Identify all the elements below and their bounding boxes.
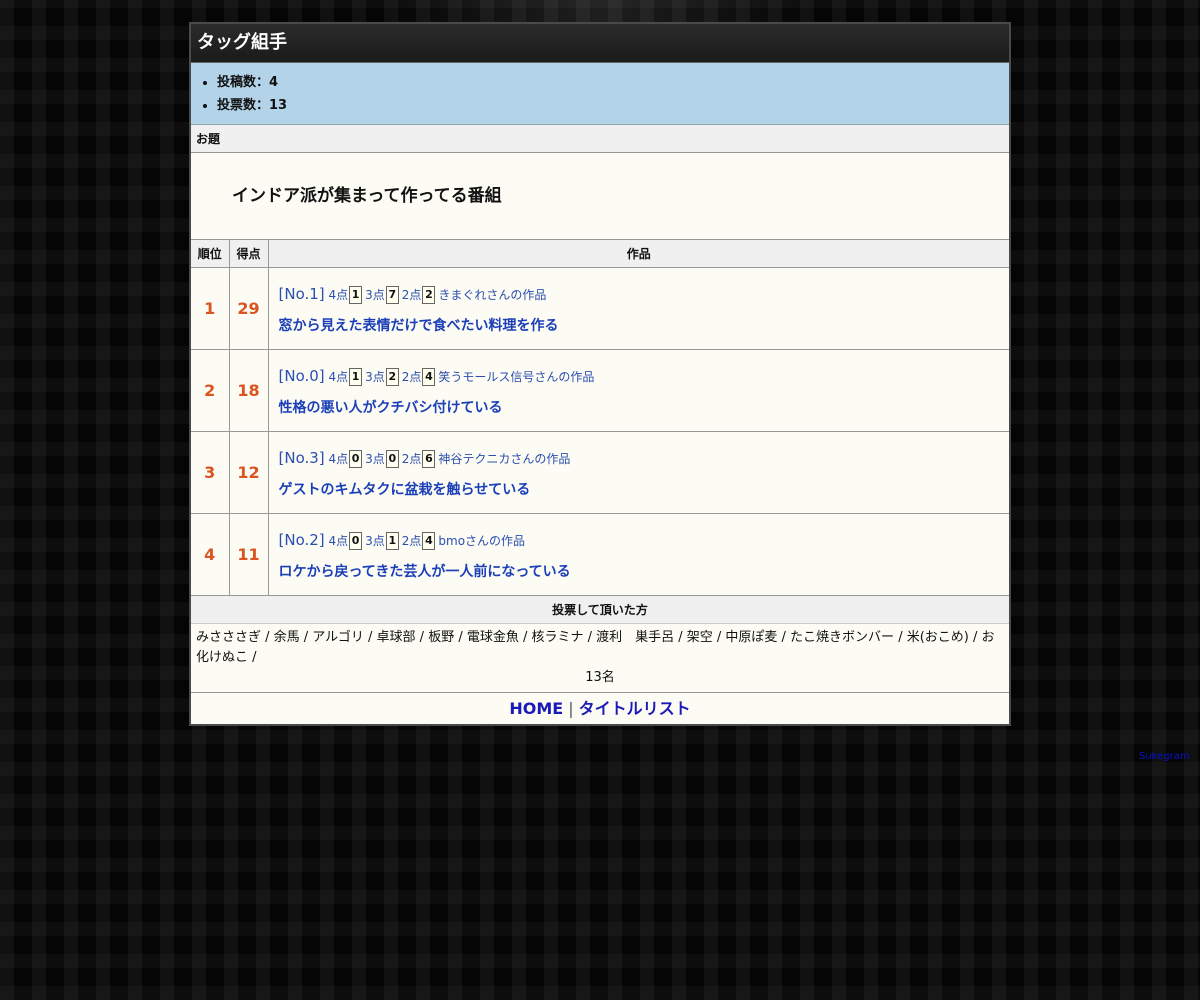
voters-heading: 投票して頂いた方 [191,596,1009,624]
title-list-link[interactable]: タイトルリスト [579,699,691,718]
points2-label: 2点 [401,369,422,384]
table-row: 2 18 [No.0] 4点 1 3点 2 2点 4 笑うモールス信号さんの作品 性格の悪い… [191,349,1010,432]
points4-count: 1 [349,367,363,386]
points4-count: 0 [349,449,363,468]
entry-title-link[interactable]: 性格の悪い人がクチバシ付けている [279,397,1010,417]
table-row: 3 12 [No.3] 4点 0 3点 0 2点 6 神谷テクニカさんの作品 ゲストのキムタ… [191,431,1010,514]
results-panel: タッグ組手 投稿数：4 投票数：13 お題 インドア派が集まって作ってる番組 順… [189,22,1011,726]
points3-label: 3点 [365,533,385,548]
stats-list: 投稿数：4 投票数：13 [191,71,1009,117]
entry-author: きまぐれさんの作品 [438,287,547,302]
points2-label: 2点 [401,451,422,466]
points3-count: 0 [385,449,399,468]
ranking-table: 順位 得点 作品 1 29 [No.1] 4点 1 3点 7 2点 2 きまぐれさんの作品 … [191,240,1009,596]
entry-number: [No.3] [278,448,325,467]
entry-title-link[interactable]: ゲストのキムタクに盆栽を触らせている [279,479,1010,499]
entry-meta: [No.1] 4点 1 3点 7 2点 2 きまぐれさんの作品 [279,283,1010,306]
entry-meta: [No.0] 4点 1 3点 2 2点 4 笑うモールス信号さんの作品 [279,365,1010,388]
points3-count: 7 [385,285,399,304]
entry-title-link[interactable]: ロケから戻ってきた芸人が一人前になっている [279,561,1010,581]
work-cell: [No.1] 4点 1 3点 7 2点 2 きまぐれさんの作品 窓から見えた表情だけで食べた… [267,267,1010,350]
entry-number: [No.2] [278,530,325,549]
stats-box: 投稿数：4 投票数：13 [191,63,1009,125]
work-column-header: 作品 [267,240,1009,268]
points4-label: 4点 [328,287,349,302]
entry-number: [No.1] [278,284,325,303]
background-highlight [380,0,820,22]
entry-author: 神谷テクニカさんの作品 [438,451,571,466]
points2-count: 2 [422,285,436,304]
entry-meta: [No.2] 4点 0 3点 1 2点 4 bmoさんの作品 [279,529,1010,552]
credit-link[interactable]: Sukegram [1139,751,1190,762]
footer-nav: HOME | タイトルリスト [191,692,1009,725]
voter-count: 13名 [585,670,615,685]
score-cell: 29 [228,267,269,350]
post-count: 投稿数：4 [217,71,1009,94]
rank-cell: 3 [191,431,230,514]
points3-count: 2 [385,367,399,386]
points2-count: 6 [422,449,436,468]
score-column-header: 得点 [228,240,269,268]
points3-label: 3点 [365,287,385,302]
entry-number: [No.0] [278,366,325,385]
entry-author: bmoさんの作品 [438,533,526,548]
points2-label: 2点 [401,287,422,302]
rank-cell: 1 [191,267,230,350]
rank-column-header: 順位 [191,240,230,268]
nav-separator: | [568,699,574,718]
score-cell: 11 [228,513,269,596]
odai-text: インドア派が集まって作ってる番組 [191,153,1009,240]
points4-count: 1 [349,285,363,304]
points2-count: 4 [422,367,436,386]
entry-title-link[interactable]: 窓から見えた表情だけで食べたい料理を作る [279,315,1010,335]
score-cell: 12 [228,431,269,514]
voters-list: みさささぎ / 余馬 / アルゴリ / 卓球部 / 板野 / 電球金魚 / 核ラ… [196,630,995,665]
work-cell: [No.2] 4点 0 3点 1 2点 4 bmoさんの作品 ロケから戻ってきた芸人が一人前… [267,513,1010,596]
table-row: 1 29 [No.1] 4点 1 3点 7 2点 2 きまぐれさんの作品 窓から見えた表情だ… [191,267,1010,350]
work-cell: [No.3] 4点 0 3点 0 2点 6 神谷テクニカさんの作品 ゲストのキムタクに盆栽を… [267,431,1010,514]
points3-label: 3点 [365,369,385,384]
odai-heading: お題 [191,125,1009,153]
points2-label: 2点 [401,533,422,548]
points4-count: 0 [349,531,363,550]
rank-cell: 2 [191,349,230,432]
vote-count: 投票数：13 [217,94,1009,117]
points3-label: 3点 [365,451,385,466]
points4-label: 4点 [328,533,349,548]
points3-count: 1 [385,531,399,550]
points4-label: 4点 [328,369,349,384]
entry-author: 笑うモールス信号さんの作品 [438,369,595,384]
rank-cell: 4 [191,513,230,596]
points4-label: 4点 [328,451,349,466]
score-cell: 18 [228,349,269,432]
home-link[interactable]: HOME [509,699,563,718]
points2-count: 4 [422,531,436,550]
table-row: 4 11 [No.2] 4点 0 3点 1 2点 4 bmoさんの作品 ロケから戻ってきた芸… [191,513,1010,596]
page-title: タッグ組手 [191,24,1009,63]
table-header-row: 順位 得点 作品 [191,240,1009,268]
work-cell: [No.0] 4点 1 3点 2 2点 4 笑うモールス信号さんの作品 性格の悪い人がクチバ… [267,349,1010,432]
entry-meta: [No.3] 4点 0 3点 0 2点 6 神谷テクニカさんの作品 [279,447,1010,470]
